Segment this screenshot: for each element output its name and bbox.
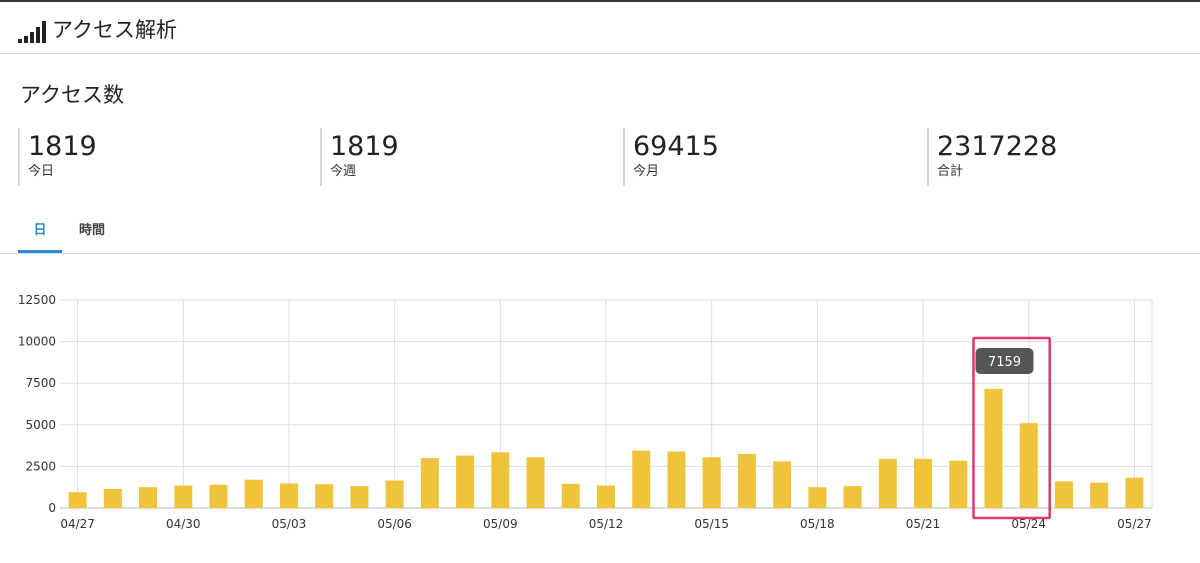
bar-05/09[interactable]	[491, 452, 510, 508]
x-tick-label: 05/09	[483, 517, 518, 531]
signal-bars-icon	[18, 21, 46, 43]
bar-05/15[interactable]	[702, 457, 721, 508]
bar-05/01[interactable]	[209, 484, 228, 508]
bar-05/19[interactable]	[843, 486, 862, 508]
x-tick-label: 05/21	[906, 517, 941, 531]
bar-05/08[interactable]	[456, 455, 475, 508]
bar-05/20[interactable]	[878, 458, 897, 508]
x-tick-label: 05/27	[1117, 517, 1152, 531]
y-tick-label: 12500	[18, 293, 56, 307]
bar-05/16[interactable]	[737, 453, 756, 508]
bar-05/02[interactable]	[244, 479, 263, 508]
stat-label: 今週	[330, 164, 357, 179]
bar-05/06[interactable]	[385, 480, 404, 508]
bar-05/22[interactable]	[949, 460, 968, 508]
tooltip-value: 7159	[988, 355, 1021, 370]
bar-05/18[interactable]	[808, 487, 827, 508]
y-tick-label: 2500	[25, 459, 56, 473]
bar-05/17[interactable]	[773, 461, 792, 508]
stat-label: 今日	[28, 164, 55, 179]
stat-this-week: 1819 今週	[320, 128, 600, 186]
x-tick-label: 04/30	[166, 517, 201, 531]
bar-05/27[interactable]	[1125, 477, 1144, 508]
x-tick-label: 05/03	[272, 517, 307, 531]
x-tick-label: 05/18	[800, 517, 835, 531]
bar-05/23[interactable]	[984, 388, 1003, 508]
period-tabs: 日 時間	[0, 218, 1200, 254]
bar-05/03[interactable]	[279, 483, 298, 508]
bar-04/28[interactable]	[103, 488, 122, 508]
x-tick-label: 05/06	[377, 517, 412, 531]
stat-value: 1819	[330, 131, 399, 162]
stat-total: 2317228 合計	[927, 128, 1187, 186]
bar-05/11[interactable]	[561, 483, 580, 508]
bar-05/13[interactable]	[632, 450, 651, 508]
bar-05/10[interactable]	[526, 457, 545, 508]
bar-05/26[interactable]	[1090, 482, 1109, 508]
bar-05/24[interactable]	[1019, 423, 1038, 508]
bar-04/29[interactable]	[139, 487, 158, 508]
stat-this-month: 69415 今月	[623, 128, 903, 186]
x-tick-label: 04/27	[60, 517, 95, 531]
x-tick-label: 05/15	[694, 517, 729, 531]
bar-05/05[interactable]	[350, 486, 369, 508]
bar-05/14[interactable]	[667, 451, 686, 508]
y-tick-label: 0	[48, 501, 56, 515]
stat-label: 合計	[937, 164, 964, 179]
x-tick-label: 05/12	[589, 517, 624, 531]
page-header: アクセス解析	[0, 2, 1200, 54]
access-bar-chart: 0 2500 5000 7500 10000 12500 04/27 04/30 05/03 05…	[18, 293, 1153, 531]
y-tick-label: 10000	[18, 335, 56, 349]
stat-value: 1819	[28, 131, 97, 162]
stat-value: 2317228	[937, 131, 1058, 162]
bar-05/04[interactable]	[315, 484, 334, 508]
tab-day[interactable]: 日	[18, 218, 62, 253]
y-tick-label: 5000	[25, 418, 56, 432]
tab-hour[interactable]: 時間	[70, 218, 114, 253]
bar-04/30[interactable]	[174, 485, 193, 508]
bar-05/25[interactable]	[1054, 481, 1073, 508]
page-title: アクセス解析	[52, 18, 177, 42]
y-tick-label: 7500	[25, 376, 56, 390]
bar-05/07[interactable]	[420, 458, 439, 508]
stat-value: 69415	[633, 131, 719, 162]
stat-label: 今月	[633, 164, 660, 179]
stat-today: 1819 今日	[18, 128, 298, 186]
bar-04/27[interactable]	[68, 492, 87, 508]
bar-05/12[interactable]	[597, 485, 615, 508]
section-title: アクセス数	[20, 83, 124, 107]
bar-05/21[interactable]	[914, 458, 933, 508]
